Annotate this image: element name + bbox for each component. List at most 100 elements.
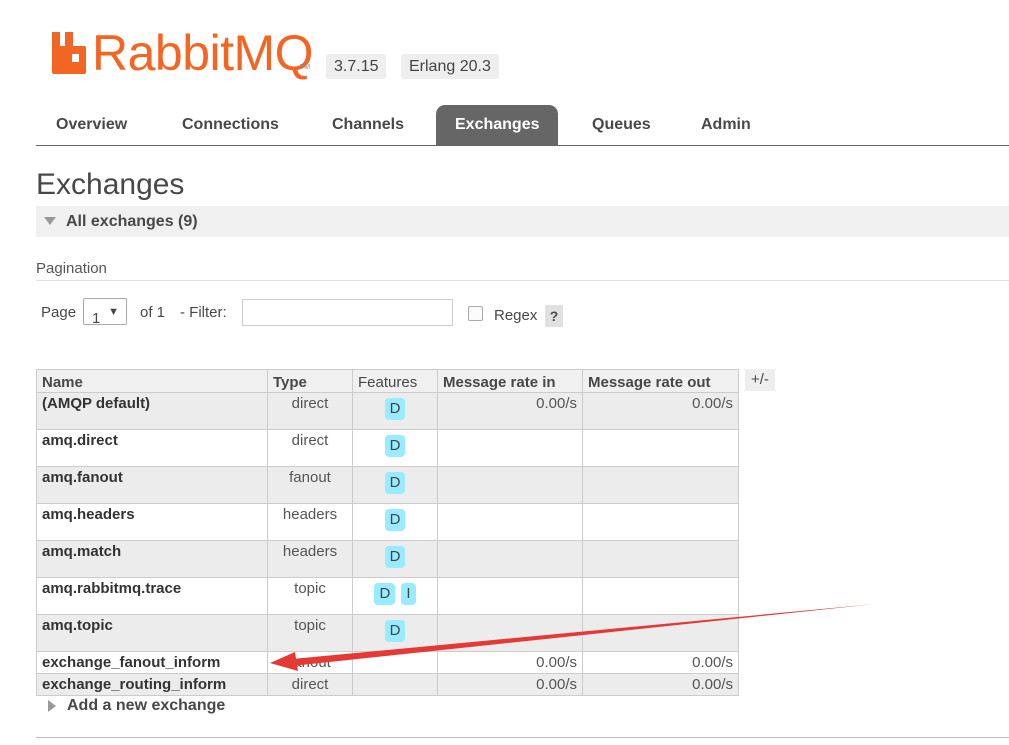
table-row: exchange_fanout_inform fanout 0.00/s 0.00/s — [36, 651, 739, 674]
internal-badge: I — [401, 583, 416, 605]
table-header-row: Name Type Features Message rate in Messa… — [36, 369, 739, 393]
message-rate-out: 0.00/s — [582, 651, 739, 674]
exchange-features: DI — [352, 577, 438, 615]
message-rate-in — [437, 614, 583, 652]
filter-input[interactable] — [242, 299, 453, 326]
message-rate-out — [582, 503, 739, 541]
exchange-features: D — [352, 392, 438, 430]
expand-triangle-icon — [48, 700, 56, 712]
exchange-features — [352, 651, 438, 674]
table-row: amq.direct direct D — [36, 429, 739, 467]
table-row: exchange_routing_inform direct 0.00/s 0.00/… — [36, 673, 739, 696]
col-rate-in-header[interactable]: Message rate in — [437, 369, 583, 393]
durable-badge: D — [374, 583, 396, 605]
message-rate-out: 0.00/s — [582, 673, 739, 696]
exchange-name-link[interactable]: (AMQP default) — [36, 392, 268, 430]
exchange-type: direct — [267, 429, 353, 467]
message-rate-in: 0.00/s — [437, 651, 583, 674]
table-row: (AMQP default) direct D 0.00/s 0.00/s — [36, 392, 739, 430]
exchange-name-link[interactable]: amq.topic — [36, 614, 268, 652]
durable-badge: D — [384, 472, 406, 494]
page-label: Page — [41, 304, 77, 321]
exchange-name-link[interactable]: amq.rabbitmq.trace — [36, 577, 268, 615]
tab-queues[interactable]: Queues — [573, 105, 670, 145]
exchange-name-link[interactable]: amq.direct — [36, 429, 268, 467]
filter-label: - Filter: — [180, 304, 227, 321]
pagination-heading: Pagination — [36, 260, 107, 277]
durable-badge: D — [384, 546, 406, 568]
tab-connections[interactable]: Connections — [163, 105, 298, 145]
exchange-features: D — [352, 540, 438, 578]
exchange-features: D — [352, 429, 438, 467]
message-rate-in: 0.00/s — [437, 392, 583, 430]
tab-overview[interactable]: Overview — [37, 105, 146, 145]
durable-badge: D — [384, 398, 406, 420]
exchange-features: D — [352, 614, 438, 652]
message-rate-in — [437, 429, 583, 467]
page-select-value: 1 — [92, 310, 101, 327]
rabbit-logo-icon — [52, 32, 86, 74]
exchange-name-link[interactable]: exchange_routing_inform — [36, 673, 268, 696]
exchange-type: headers — [267, 503, 353, 541]
table-row: amq.headers headers D — [36, 503, 739, 541]
tab-admin[interactable]: Admin — [682, 105, 770, 145]
exchange-type: direct — [267, 392, 353, 430]
exchange-type: direct — [267, 673, 353, 696]
tab-channels[interactable]: Channels — [313, 105, 423, 145]
page-count: of 1 — [140, 304, 166, 321]
message-rate-out: 0.00/s — [582, 392, 739, 430]
regex-label: Regex — [494, 307, 538, 324]
exchange-type: fanout — [267, 466, 353, 504]
columns-toggle-button[interactable]: +/- — [745, 369, 775, 391]
exchange-type: topic — [267, 614, 353, 652]
durable-badge: D — [384, 509, 406, 531]
col-type-header[interactable]: Type — [267, 369, 353, 393]
regex-help-button[interactable]: ? — [545, 305, 563, 327]
all-exchanges-toggle[interactable]: All exchanges (9) — [36, 206, 1009, 237]
exchange-name-link[interactable]: amq.match — [36, 540, 268, 578]
divider — [36, 737, 1009, 738]
durable-badge: D — [384, 620, 406, 642]
message-rate-in: 0.00/s — [437, 673, 583, 696]
col-name-header[interactable]: Name — [36, 369, 268, 393]
message-rate-out — [582, 577, 739, 615]
divider — [36, 280, 1009, 281]
version-badge: 3.7.15 — [326, 54, 387, 79]
table-row: amq.fanout fanout D — [36, 466, 739, 504]
exchange-name-link[interactable]: amq.fanout — [36, 466, 268, 504]
table-row: amq.match headers D — [36, 540, 739, 578]
exchange-type: fanout — [267, 651, 353, 674]
message-rate-in — [437, 503, 583, 541]
table-row: amq.topic topic D — [36, 614, 739, 652]
message-rate-out — [582, 466, 739, 504]
table-row: amq.rabbitmq.trace topic D I — [36, 577, 739, 615]
durable-badge: D — [384, 435, 406, 457]
exchange-name-link[interactable]: amq.headers — [36, 503, 268, 541]
regex-checkbox[interactable] — [468, 306, 483, 321]
message-rate-out — [582, 429, 739, 467]
section-title: All exchanges (9) — [66, 213, 198, 230]
exchanges-table: Name Type Features Message rate in Messa… — [36, 369, 739, 696]
message-rate-in — [437, 540, 583, 578]
message-rate-in — [437, 577, 583, 615]
add-new-exchange-toggle[interactable]: Add a new exchange — [67, 697, 225, 715]
exchange-type: headers — [267, 540, 353, 578]
collapse-triangle-icon — [44, 216, 56, 225]
logo-wordmark: RabbitMQ — [92, 25, 314, 81]
exchange-features: D — [352, 503, 438, 541]
exchange-features: D — [352, 466, 438, 504]
page-select[interactable]: 1 ▼ — [83, 298, 127, 327]
col-features-header: Features — [352, 369, 438, 393]
page-title: Exchanges — [36, 168, 185, 201]
exchange-name-link[interactable]: exchange_fanout_inform — [36, 651, 268, 674]
message-rate-out — [582, 540, 739, 578]
exchange-type: topic — [267, 577, 353, 615]
message-rate-out — [582, 614, 739, 652]
tab-exchanges[interactable]: Exchanges — [436, 105, 559, 145]
exchange-features — [352, 673, 438, 696]
logo-trademark: TM — [300, 64, 311, 71]
main-nav-tabs: Overview Connections Channels Exchanges … — [36, 105, 1009, 146]
chevron-down-icon: ▼ — [108, 306, 119, 318]
col-rate-out-header[interactable]: Message rate out — [582, 369, 739, 393]
message-rate-in — [437, 466, 583, 504]
